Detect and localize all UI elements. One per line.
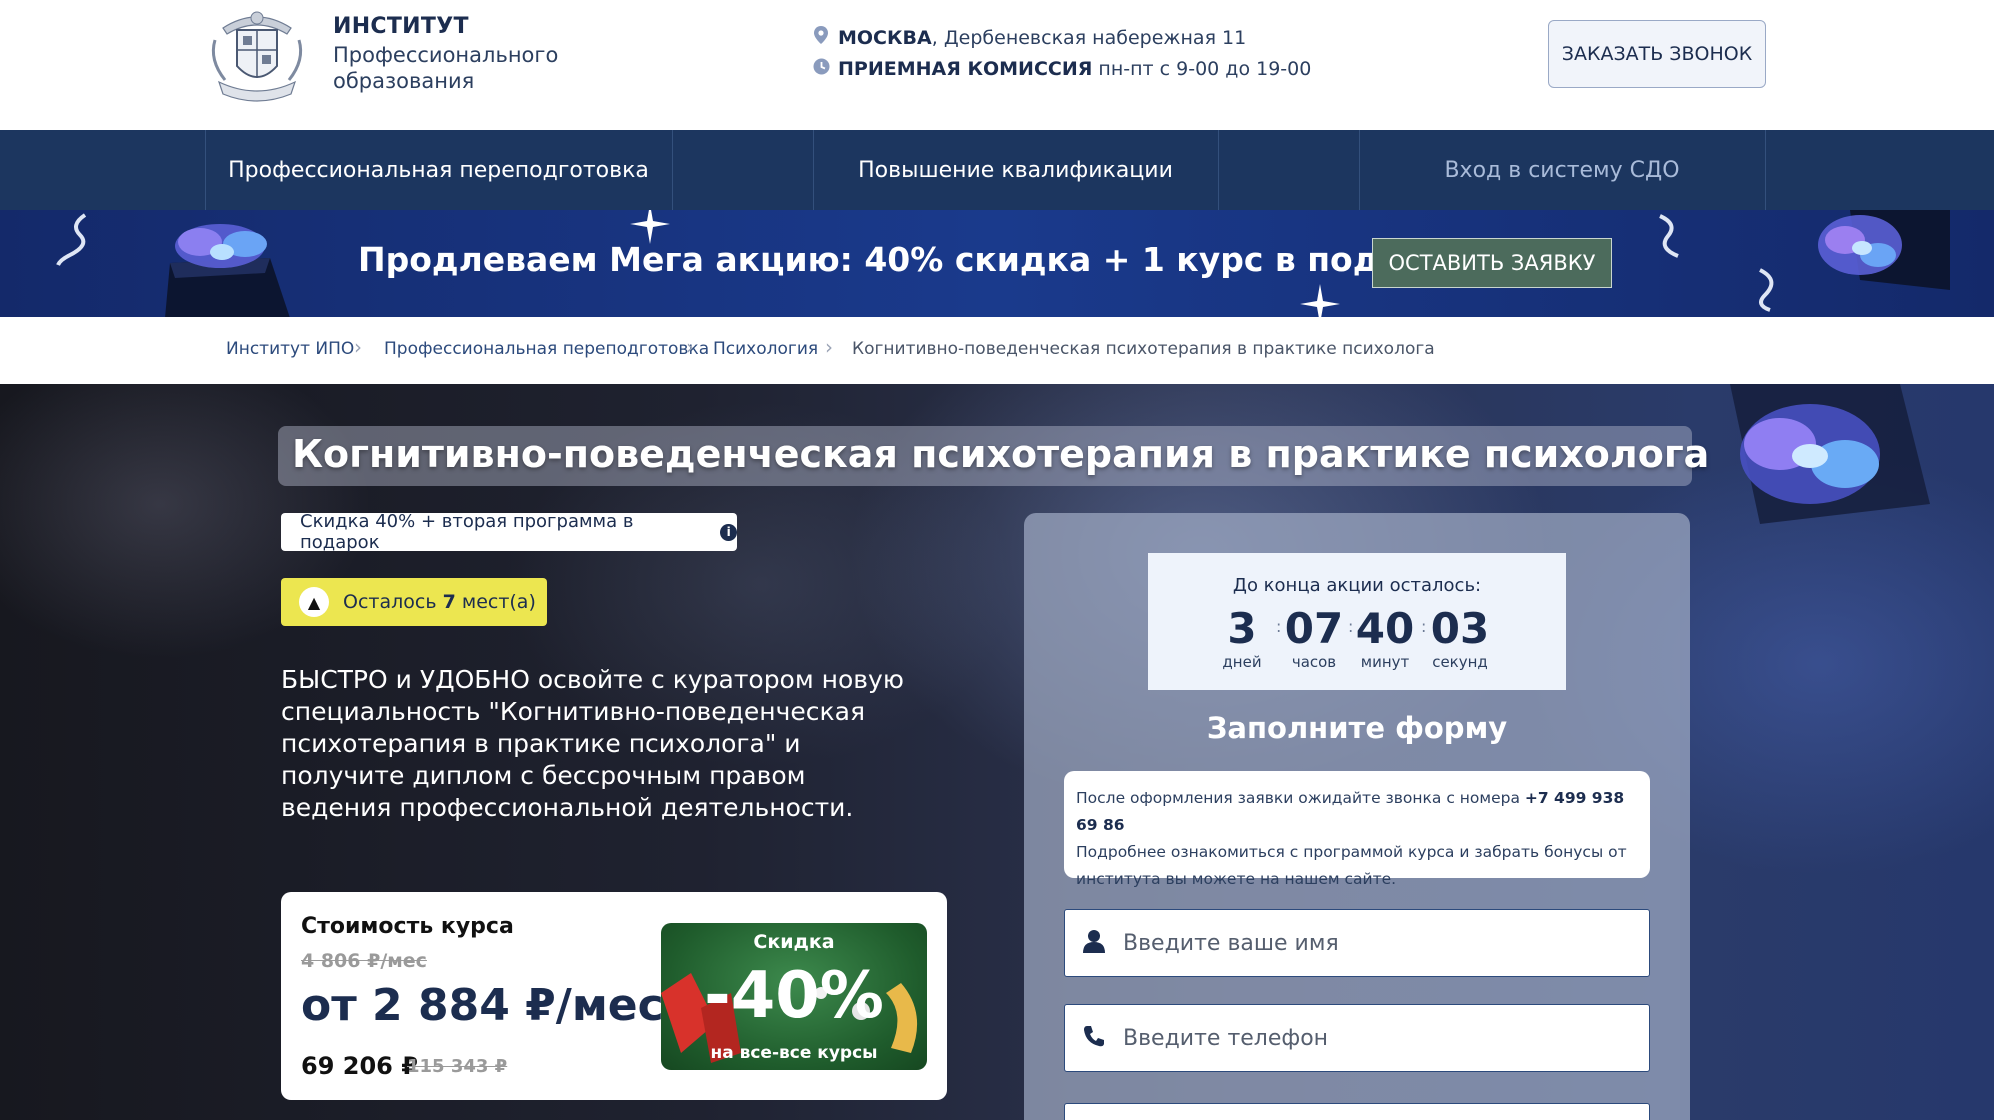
phone-input[interactable] (1123, 1008, 1623, 1068)
breadcrumb-home[interactable]: Институт ИПО (226, 339, 354, 359)
discount-badge-subtitle: на все-все курсы (710, 1043, 878, 1063)
price-card: Стоимость курса 4 806 ₽/мес от 2 884 ₽/м… (281, 892, 947, 1100)
timer-hours-value: 07 (1284, 604, 1344, 653)
ribbon-decoration-icon (56, 213, 87, 266)
name-input[interactable] (1123, 913, 1623, 973)
next-field[interactable] (1064, 1103, 1650, 1120)
ribbon-decoration-icon (1659, 214, 1679, 258)
timer-seconds: 03 секунд (1420, 604, 1500, 672)
address-line: МОСКВА, Дербеневская набережная 11 (812, 26, 1246, 49)
nav-item-qualification[interactable]: Повышение квалификации (813, 130, 1218, 210)
timer-seconds-value: 03 (1430, 604, 1490, 653)
seats-left-pill: ▲ Осталось 7 мест(а) (281, 578, 547, 626)
chevron-right-icon: › (686, 335, 694, 359)
breadcrumb-psychology[interactable]: Психология (713, 339, 818, 359)
sparkle-icon (630, 210, 670, 244)
chevron-right-icon: › (354, 335, 362, 359)
promo-banner: Продлеваем Мега акцию: 40% скидка + 1 ку… (0, 210, 1994, 317)
discount-badge-value: -40% (704, 959, 884, 1033)
gift-box-icon (1730, 384, 1930, 524)
gift-box-icon (165, 224, 290, 317)
discount-pill: Скидка 40% + вторая программа в подарок … (281, 511, 737, 553)
address-street: , Дербеневская набережная 11 (931, 27, 1247, 49)
form-note-details: Подробнее ознакомиться с программой курс… (1076, 843, 1627, 888)
phone-icon (1065, 1024, 1123, 1052)
timer-minutes-value: 40 (1355, 604, 1415, 653)
seats-prefix: Осталось (343, 591, 437, 613)
seats-suffix: мест(а) (461, 591, 536, 613)
discount-badge-title: Скидка (753, 931, 835, 953)
gift-box-icon (1759, 210, 1950, 312)
breadcrumb: Институт ИПО › Профессиональная переподг… (0, 317, 1994, 384)
timer-hours-label: часов (1291, 653, 1337, 671)
form-note: После оформления заявки ожидайте звонка … (1064, 771, 1650, 888)
user-icon (1065, 929, 1123, 957)
request-form-panel: До конца акции осталось: 3 дней : 07 час… (1024, 513, 1690, 1120)
promo-headline: Продлеваем Мега акцию: 40% скидка + 1 ку… (358, 240, 1471, 279)
timer-minutes: 40 минут (1351, 604, 1419, 672)
info-icon[interactable]: i (720, 523, 737, 541)
price-total-old: 115 343 ₽ (407, 1056, 508, 1077)
form-note-prefix: После оформления заявки ожидайте звонка … (1076, 789, 1525, 807)
form-title: Заполните форму (1206, 711, 1508, 745)
price-monthly: от 2 884 ₽/мес (301, 980, 664, 1031)
discount-badge: Скидка -40% на все-все курсы (661, 923, 927, 1070)
course-hero: Когнитивно-поведенческая психотерапия в … (0, 384, 1994, 1120)
discount-pill-text: Скидка 40% + вторая программа в подарок (300, 511, 634, 553)
logo-title: ИНСТИТУТ (333, 14, 469, 39)
leave-request-button[interactable]: ОСТАВИТЬ ЗАЯВКУ (1372, 238, 1612, 288)
name-field[interactable] (1064, 909, 1650, 977)
location-pin-icon (812, 26, 830, 49)
phone-field[interactable] (1064, 1004, 1650, 1072)
price-total: 69 206 ₽ (301, 1052, 418, 1080)
timer-days-label: дней (1222, 653, 1262, 671)
nav-divider (672, 130, 673, 210)
hours-value: пн-пт с 9-00 до 19-00 (1092, 58, 1312, 80)
nav-divider (1765, 130, 1766, 210)
hours-label: ПРИЕМНАЯ КОМИССИЯ (838, 58, 1093, 80)
timer-days-value: 3 (1227, 604, 1257, 653)
warning-icon: ▲ (299, 587, 329, 617)
nav-divider (1218, 130, 1219, 210)
sparkle-icon (1300, 284, 1340, 317)
course-title: Когнитивно-поведенческая психотерапия в … (292, 432, 1710, 476)
institute-crest-logo[interactable] (203, 0, 311, 106)
timer-days: 3 дней (1212, 604, 1272, 672)
site-header: ИНСТИТУТ Профессионального образования М… (0, 0, 1994, 130)
price-label: Стоимость курса (301, 914, 514, 939)
timer-seconds-label: секунд (1432, 653, 1488, 671)
countdown-timer: До конца акции осталось: 3 дней : 07 час… (1148, 553, 1566, 690)
timer-hours: 07 часов (1280, 604, 1348, 672)
nav-item-retraining[interactable]: Профессиональная переподготовка (205, 130, 672, 210)
timer-caption: До конца акции осталось: (1232, 575, 1482, 596)
address-city: МОСКВА (838, 27, 932, 49)
timer-minutes-label: минут (1360, 653, 1410, 671)
course-description: БЫСТРО и УДОБНО освойте с куратором нову… (281, 665, 904, 822)
order-call-button[interactable]: ЗАКАЗАТЬ ЗВОНОК (1548, 20, 1766, 88)
seats-count: 7 (442, 591, 456, 613)
main-nav: Профессиональная переподготовка Повышени… (0, 130, 1994, 210)
nav-item-lms-login[interactable]: Вход в систему СДО (1359, 130, 1765, 210)
breadcrumb-current: Когнитивно-поведенческая психотерапия в … (852, 339, 1435, 359)
price-old-monthly: 4 806 ₽/мес (301, 950, 427, 972)
clock-icon (812, 58, 830, 80)
hours-line: ПРИЕМНАЯ КОМИССИЯ пн-пт с 9-00 до 19-00 (812, 58, 1311, 80)
breadcrumb-retraining[interactable]: Профессиональная переподготовка (384, 339, 709, 359)
logo-subtitle: Профессионального образования (333, 43, 559, 93)
chevron-right-icon: › (825, 335, 833, 359)
